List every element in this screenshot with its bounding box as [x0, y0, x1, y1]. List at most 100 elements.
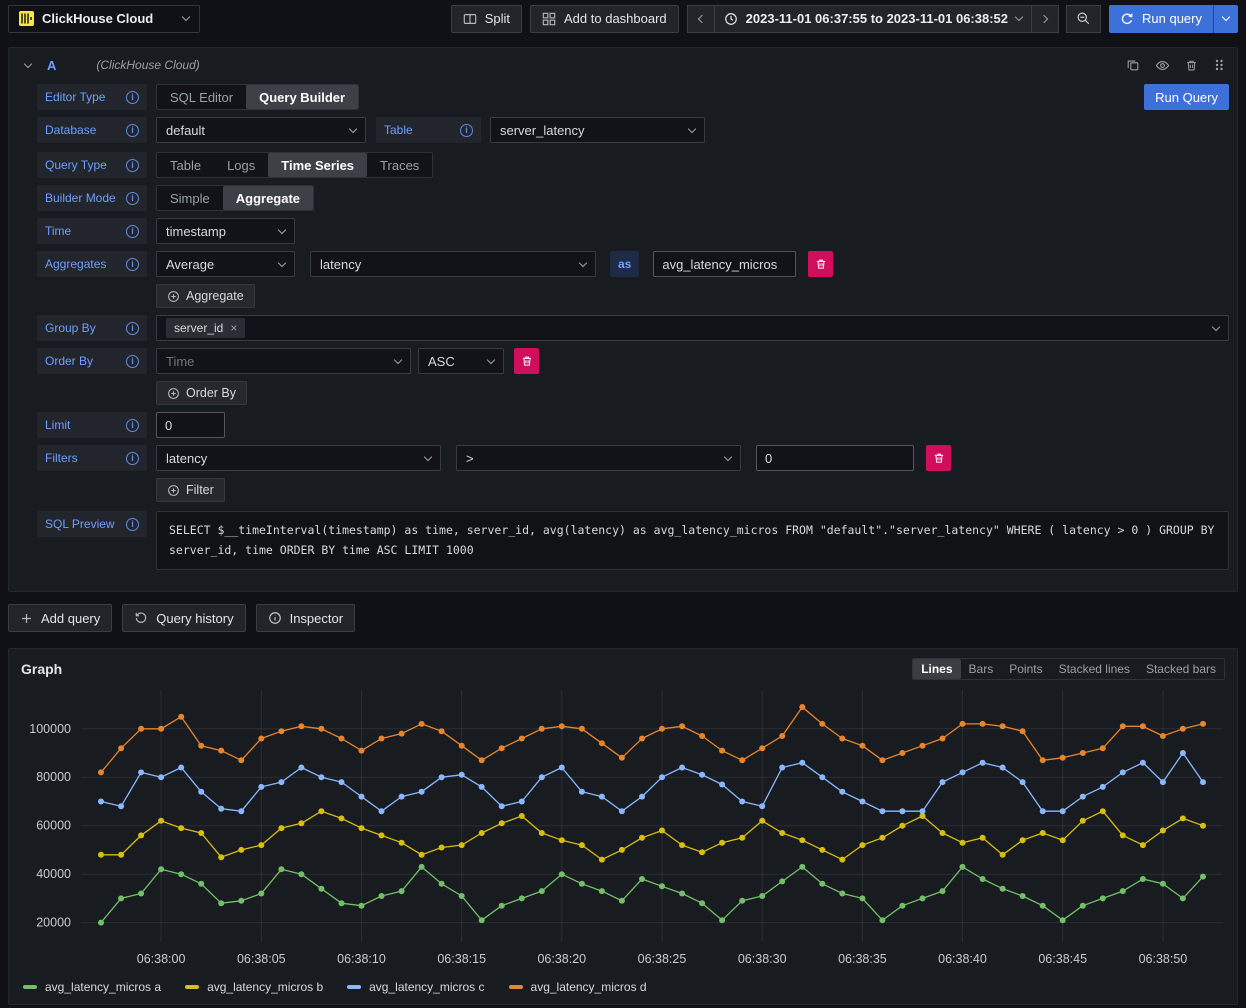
aggregate-column-select[interactable]: latency [310, 251, 596, 277]
query-type-time-series[interactable]: Time Series [268, 153, 367, 177]
database-select[interactable]: default [156, 117, 366, 143]
legend-item[interactable]: avg_latency_micros a [23, 980, 161, 994]
query-type-table[interactable]: Table [157, 153, 214, 177]
remove-tag-icon[interactable]: × [230, 322, 237, 334]
split-button[interactable]: Split [451, 5, 522, 33]
remove-filter-button[interactable] [926, 445, 951, 471]
editor-type-query-builder[interactable]: Query Builder [246, 85, 358, 109]
time-label: Time [37, 218, 147, 244]
graph-mode-stacked-lines[interactable]: Stacked lines [1051, 659, 1138, 679]
info-icon [126, 419, 139, 432]
group-by-select[interactable]: server_id× [156, 315, 1229, 341]
database-table-row: Database default Table server_latency [37, 117, 1229, 143]
add-order-by-button[interactable]: Order By [156, 381, 247, 405]
filter-field-select[interactable]: latency [156, 445, 441, 471]
limit-input[interactable] [156, 412, 225, 438]
legend-item[interactable]: avg_latency_micros c [347, 980, 484, 994]
query-ref-id: A [47, 58, 56, 73]
builder-mode-simple[interactable]: Simple [157, 186, 223, 210]
chevron-down-icon [349, 124, 357, 132]
duplicate-query-icon[interactable] [1126, 58, 1140, 72]
run-query-dropdown-button[interactable] [1213, 5, 1238, 33]
legend-swatch [347, 985, 361, 989]
zoom-out-button[interactable] [1066, 5, 1101, 33]
query-history-button[interactable]: Query history [122, 604, 245, 632]
table-label: Table [376, 117, 481, 143]
collapse-query-button[interactable] [21, 60, 35, 71]
time-range-label: 2023-11-01 06:37:55 to 2023-11-01 06:38:… [746, 11, 1008, 26]
dashboard-grid-icon [542, 12, 556, 26]
editor-run-query-button[interactable]: Run Query [1144, 84, 1229, 110]
chart-svg[interactable]: 2000040000600008000010000006:38:0006:38:… [9, 680, 1237, 980]
time-range-forward-button[interactable] [1031, 5, 1059, 33]
time-row: Time timestamp [37, 218, 1229, 244]
add-filter-button[interactable]: Filter [156, 478, 225, 502]
legend-swatch [185, 985, 199, 989]
add-aggregate-button[interactable]: Aggregate [156, 284, 255, 308]
time-picker: 2023-11-01 06:37:55 to 2023-11-01 06:38:… [687, 5, 1101, 33]
plus-icon [20, 612, 33, 625]
graph-mode-lines[interactable]: Lines [913, 659, 960, 679]
svg-text:06:38:35: 06:38:35 [838, 952, 887, 966]
graph-mode-points[interactable]: Points [1001, 659, 1050, 679]
time-range-button[interactable]: 2023-11-01 06:37:55 to 2023-11-01 06:38:… [714, 5, 1032, 33]
drag-handle-icon[interactable] [1213, 58, 1225, 72]
legend-item[interactable]: avg_latency_micros b [185, 980, 323, 994]
graph-mode-stacked-bars[interactable]: Stacked bars [1138, 659, 1224, 679]
legend-item[interactable]: avg_latency_micros d [509, 980, 647, 994]
query-type-logs[interactable]: Logs [214, 153, 268, 177]
builder-mode-aggregate[interactable]: Aggregate [223, 186, 313, 210]
filter-value-input[interactable] [756, 445, 914, 471]
legend-swatch [23, 985, 37, 989]
add-order-by-row: Order By [156, 381, 1229, 405]
svg-text:06:38:30: 06:38:30 [738, 952, 787, 966]
svg-text:06:38:15: 06:38:15 [437, 952, 486, 966]
zoom-out-icon [1076, 11, 1091, 26]
editor-type-sql-editor[interactable]: SQL Editor [157, 85, 246, 109]
add-to-dashboard-label: Add to dashboard [564, 11, 667, 26]
add-filter-row: Filter [156, 478, 1229, 502]
query-type-label: Query Type [37, 152, 147, 178]
datasource-picker[interactable]: ClickHouse Cloud [8, 5, 200, 33]
chevron-down-icon [688, 124, 696, 132]
graph-title: Graph [21, 661, 62, 677]
aggregate-alias-input[interactable] [653, 251, 796, 277]
info-icon [126, 91, 139, 104]
chevron-down-icon [1222, 13, 1230, 21]
remove-aggregate-button[interactable] [808, 251, 833, 277]
run-query-button[interactable]: Run query [1109, 5, 1213, 33]
split-label: Split [485, 11, 510, 26]
svg-text:80000: 80000 [36, 770, 71, 784]
chevron-down-icon [487, 355, 495, 363]
graph-mode-bars[interactable]: Bars [961, 659, 1002, 679]
svg-text:60000: 60000 [36, 819, 71, 833]
table-select[interactable]: server_latency [490, 117, 705, 143]
aggregates-label: Aggregates [37, 251, 147, 277]
filter-operator-select[interactable]: > [456, 445, 741, 471]
sql-preview-label: SQL Preview [37, 511, 147, 537]
info-icon [126, 258, 139, 271]
group-by-label: Group By [37, 315, 147, 341]
sql-preview-row: SQL Preview SELECT $__timeInterval(times… [37, 511, 1229, 570]
chevron-down-icon [182, 13, 190, 21]
svg-text:06:38:25: 06:38:25 [638, 952, 687, 966]
add-to-dashboard-button[interactable]: Add to dashboard [530, 5, 679, 33]
time-column-select[interactable]: timestamp [156, 218, 295, 244]
remove-order-by-button[interactable] [514, 348, 539, 374]
chevron-down-icon [424, 452, 432, 460]
delete-query-trash-icon[interactable] [1185, 59, 1198, 72]
inspector-button[interactable]: Inspector [256, 604, 355, 632]
info-icon [126, 192, 139, 205]
order-by-direction-select[interactable]: ASC [418, 348, 504, 374]
add-query-button[interactable]: Add query [8, 604, 112, 632]
chevron-right-icon [1040, 14, 1048, 22]
hide-query-eye-icon[interactable] [1155, 58, 1170, 73]
editor-run-query-label: Run Query [1155, 90, 1218, 105]
time-range-back-button[interactable] [687, 5, 715, 33]
svg-text:06:38:40: 06:38:40 [938, 952, 987, 966]
aggregate-function-select[interactable]: Average [156, 251, 295, 277]
order-by-label: Order By [37, 348, 147, 374]
order-by-field-select[interactable]: Time [156, 348, 411, 374]
chevron-down-icon [24, 59, 32, 67]
query-type-traces[interactable]: Traces [367, 153, 432, 177]
